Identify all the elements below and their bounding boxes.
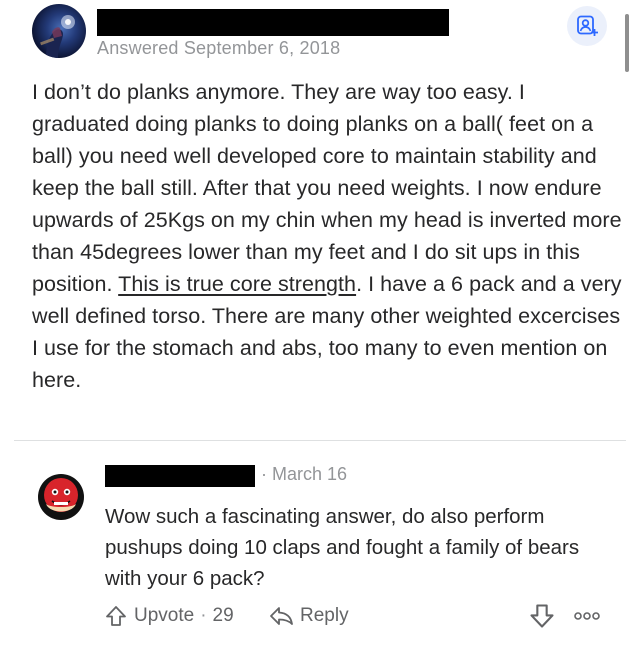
- comment-date: · March 16: [261, 464, 348, 484]
- upvote-count: 29: [212, 605, 234, 626]
- scrollbar-thumb[interactable]: [625, 14, 629, 72]
- answer-date: Answered September 6, 2018: [97, 38, 341, 58]
- answer-text-underlined: This is true core strength: [118, 272, 357, 296]
- redacted-commenter-name: [105, 465, 255, 487]
- reply-arrow-icon: [270, 607, 293, 625]
- author-avatar-image: [40, 15, 75, 58]
- upvote-arrow-icon: [106, 606, 126, 626]
- author-avatar[interactable]: [32, 4, 86, 58]
- more-dots-icon[interactable]: [572, 608, 602, 624]
- reply-label: Reply: [300, 605, 349, 626]
- answer-body: I don’t do planks anymore. They are way …: [32, 76, 622, 396]
- commenter-avatar[interactable]: [38, 474, 84, 520]
- upvote-separator: ·: [200, 605, 207, 626]
- redacted-author-name: [97, 9, 449, 36]
- answer-card: Answered September 6, 2018 I don’t do pl…: [0, 0, 640, 440]
- follow-button[interactable]: [567, 6, 607, 46]
- answer-text-part: I don’t do planks anymore. They are way …: [32, 80, 622, 296]
- downvote-arrow-icon[interactable]: [528, 602, 556, 630]
- comment-card: · March 16 Wow such a fascinating answer…: [0, 441, 640, 658]
- person-plus-icon: [577, 15, 598, 36]
- upvote-label: Upvote: [134, 605, 195, 626]
- upvote-button[interactable]: Upvote · 29: [104, 598, 234, 634]
- comment-actions: Upvote · 29 Reply: [0, 598, 640, 634]
- comment-body: Wow such a fascinating answer, do also p…: [105, 505, 580, 590]
- reply-button[interactable]: Reply: [268, 598, 349, 634]
